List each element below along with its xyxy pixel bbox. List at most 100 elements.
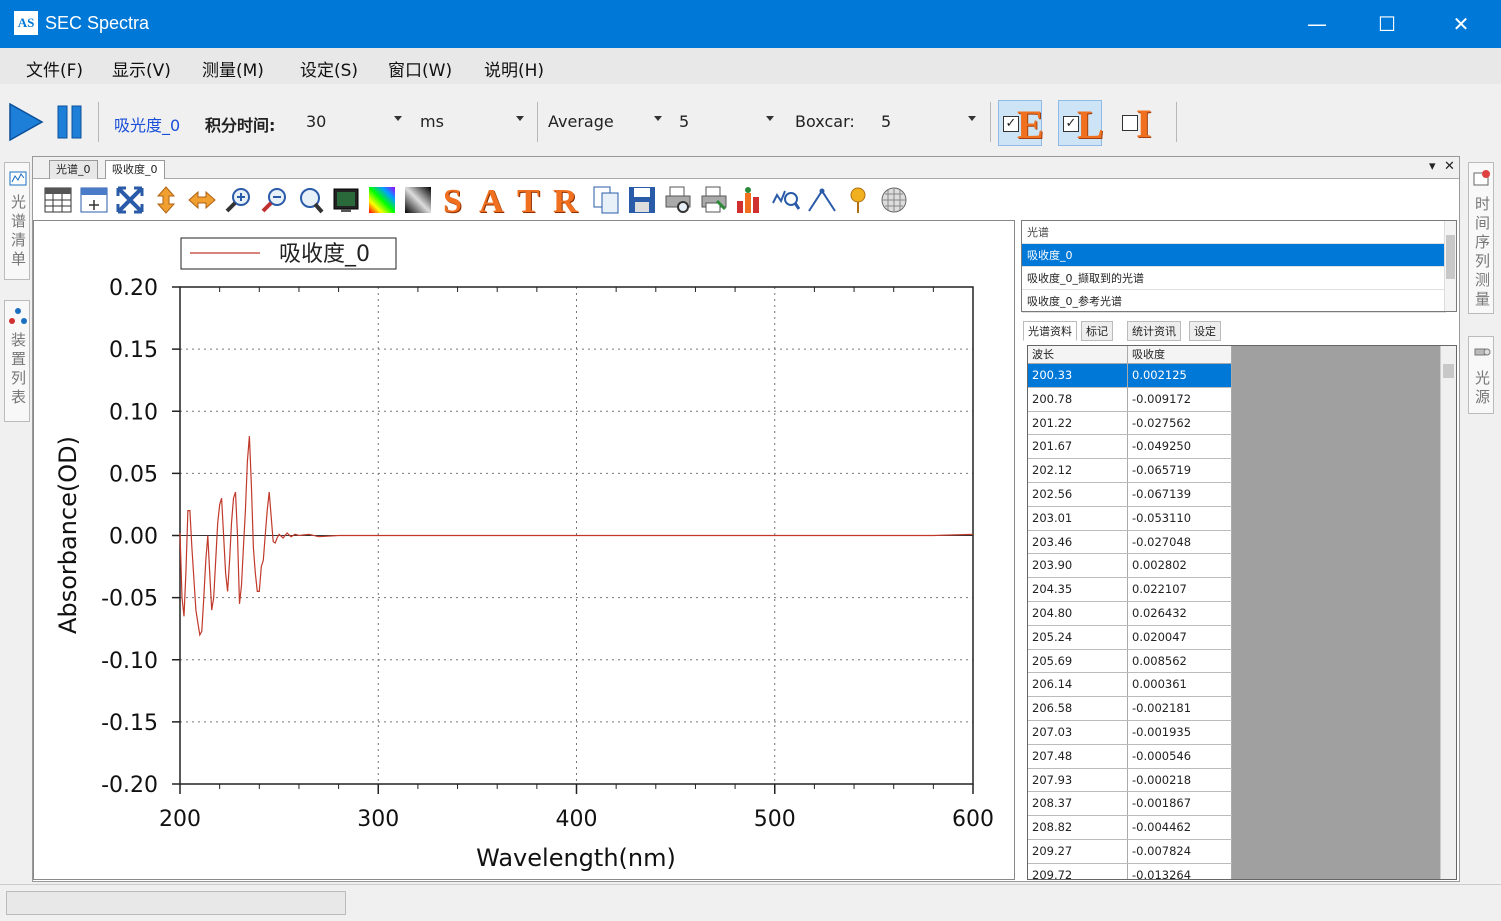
list-item[interactable]: 吸收度_0_参考光谱 [1022, 290, 1446, 313]
add-panel-icon[interactable] [79, 185, 109, 215]
table-row[interactable]: 207.03 -0.001935 [1028, 720, 1232, 745]
absorbance-cell[interactable]: 0.002802 [1128, 554, 1232, 578]
document-close-icon[interactable]: ✕ [1444, 159, 1455, 174]
table-row[interactable]: 201.67 -0.049250 [1028, 435, 1232, 460]
spectrum-list-dock-tab[interactable]: 光谱清单 [4, 162, 30, 280]
table-row[interactable]: 208.82 -0.004462 [1028, 816, 1232, 840]
save-icon[interactable] [627, 185, 657, 215]
column-header-absorbance[interactable]: 吸收度 [1128, 346, 1232, 363]
peak-line-icon[interactable] [807, 185, 837, 215]
absorbance-cell[interactable]: -0.053110 [1128, 506, 1232, 530]
wavelength-cell[interactable]: 203.46 [1028, 530, 1128, 554]
integration-value-dropdown-icon[interactable] [394, 116, 402, 121]
absorbance-cell[interactable]: -0.027562 [1128, 411, 1232, 435]
wavelength-cell[interactable]: 204.80 [1028, 601, 1128, 625]
absorbance-cell[interactable]: -0.000218 [1128, 768, 1232, 792]
table-row[interactable]: 207.48 -0.000546 [1028, 744, 1232, 769]
table-row[interactable]: 203.01 -0.053110 [1028, 506, 1232, 531]
table-row[interactable]: 204.80 0.026432 [1028, 601, 1232, 626]
absorbance-cell[interactable]: -0.013264 [1128, 863, 1232, 879]
fit-all-icon[interactable] [115, 185, 145, 215]
boxcar-value[interactable]: 5 [881, 112, 891, 131]
absorbance-cell[interactable]: 0.026432 [1128, 601, 1232, 625]
close-button[interactable]: ✕ [1426, 0, 1496, 48]
chart-panel[interactable]: 0.20 0.15 0.10 0.05 0.00 -0.05 -0.10 -0.15 -0.20… [33, 220, 1015, 880]
pause-icon[interactable] [56, 104, 84, 140]
time-series-dock-tab[interactable]: 时间序列测量 [1468, 162, 1494, 314]
grayscale-icon[interactable] [403, 185, 433, 215]
average-value-dropdown-icon[interactable] [766, 116, 774, 121]
wavelength-cell[interactable]: 203.01 [1028, 506, 1128, 530]
r-mode-button[interactable]: R [553, 183, 578, 221]
wavelength-cell[interactable]: 202.12 [1028, 459, 1128, 482]
table-row[interactable]: 209.27 -0.007824 [1028, 839, 1232, 864]
wavelength-cell[interactable]: 201.67 [1028, 435, 1128, 459]
data-grid-scrollbar[interactable] [1440, 346, 1456, 879]
absorbance-cell[interactable]: -0.001867 [1128, 792, 1232, 816]
menu-file[interactable]: 文件(F) [26, 56, 83, 81]
maximize-button[interactable]: ☐ [1352, 0, 1422, 48]
peak-search-icon[interactable] [771, 185, 801, 215]
scroll-thumb[interactable] [1446, 235, 1455, 279]
device-list-dock-tab[interactable]: 装置列表 [4, 300, 30, 422]
play-icon[interactable] [6, 102, 44, 142]
wavelength-cell[interactable]: 202.56 [1028, 482, 1128, 506]
table-row[interactable]: 203.90 0.002802 [1028, 554, 1232, 579]
absorbance-cell[interactable]: 0.022107 [1128, 578, 1232, 601]
wavelength-cell[interactable]: 206.14 [1028, 673, 1128, 697]
t-mode-button[interactable]: T [517, 183, 540, 221]
column-header-wavelength[interactable]: 波长 [1028, 346, 1128, 363]
horizontal-scale-icon[interactable] [187, 185, 217, 215]
wavelength-cell[interactable]: 207.03 [1028, 720, 1128, 744]
integration-unit-select[interactable]: ms [420, 112, 444, 131]
tab-markers[interactable]: 标记 [1081, 321, 1113, 341]
screen-capture-icon[interactable] [331, 185, 361, 215]
spectrum-name-label[interactable]: 吸光度_0 [114, 112, 180, 136]
list-item[interactable]: 吸收度_0 [1022, 244, 1446, 267]
wavelength-cell[interactable]: 209.72 [1028, 863, 1128, 879]
average-dropdown-icon[interactable] [654, 116, 662, 121]
table-row[interactable]: 206.14 0.000361 [1028, 673, 1232, 698]
menu-measure[interactable]: 测量(M) [202, 56, 264, 81]
tab-settings[interactable]: 设定 [1189, 321, 1221, 341]
table-icon[interactable] [43, 185, 73, 215]
integration-time-value[interactable]: 30 [306, 112, 326, 131]
absorbance-cell[interactable]: -0.027048 [1128, 530, 1232, 554]
unit-dropdown-icon[interactable] [516, 116, 524, 121]
absorbance-chart[interactable]: 0.20 0.15 0.10 0.05 0.00 -0.05 -0.10 -0.15 -0.20… [34, 221, 1014, 879]
wavelength-cell[interactable]: 209.27 [1028, 839, 1128, 863]
mode-i-toggle[interactable]: I [1118, 100, 1162, 146]
menu-window[interactable]: 窗口(W) [388, 56, 452, 81]
scroll-thumb[interactable] [1443, 364, 1454, 378]
table-row[interactable]: 206.58 -0.002181 [1028, 697, 1232, 721]
print-preview-icon[interactable] [663, 185, 693, 215]
table-row[interactable]: 201.22 -0.027562 [1028, 411, 1232, 436]
table-row[interactable]: 205.24 0.020047 [1028, 625, 1232, 650]
table-row[interactable]: 205.69 0.008562 [1028, 649, 1232, 674]
peak-marker-icon[interactable] [735, 185, 765, 215]
absorbance-cell[interactable]: 0.000361 [1128, 673, 1232, 697]
menu-view[interactable]: 显示(V) [112, 56, 171, 81]
wavelength-cell[interactable]: 200.33 [1028, 364, 1128, 387]
wavelength-cell[interactable]: 201.22 [1028, 411, 1128, 435]
table-row[interactable]: 202.56 -0.067139 [1028, 482, 1232, 507]
zoom-window-icon[interactable] [295, 185, 325, 215]
absorbance-cell[interactable]: -0.065719 [1128, 459, 1232, 482]
print-icon[interactable] [699, 185, 729, 215]
wavelength-cell[interactable]: 205.69 [1028, 649, 1128, 673]
color-spectrum-icon[interactable] [367, 185, 397, 215]
average-value[interactable]: 5 [679, 112, 689, 131]
a-mode-button[interactable]: A [479, 183, 504, 221]
list-item[interactable]: 吸收度_0_撷取到的光谱 [1022, 267, 1446, 290]
table-row[interactable]: 202.12 -0.065719 [1028, 459, 1232, 483]
grid-toggle-icon[interactable] [879, 185, 909, 215]
wavelength-cell[interactable]: 207.48 [1028, 744, 1128, 768]
wavelength-cell[interactable]: 206.58 [1028, 697, 1128, 720]
table-row[interactable]: 203.46 -0.027048 [1028, 530, 1232, 555]
tab-spectrum-0[interactable]: 光谱_0 [49, 160, 98, 179]
menu-settings[interactable]: 设定(S) [300, 56, 358, 81]
menu-help[interactable]: 说明(H) [484, 56, 544, 81]
table-row[interactable]: 208.37 -0.001867 [1028, 792, 1232, 817]
absorbance-cell[interactable]: -0.007824 [1128, 839, 1232, 863]
absorbance-cell[interactable]: -0.001935 [1128, 720, 1232, 744]
